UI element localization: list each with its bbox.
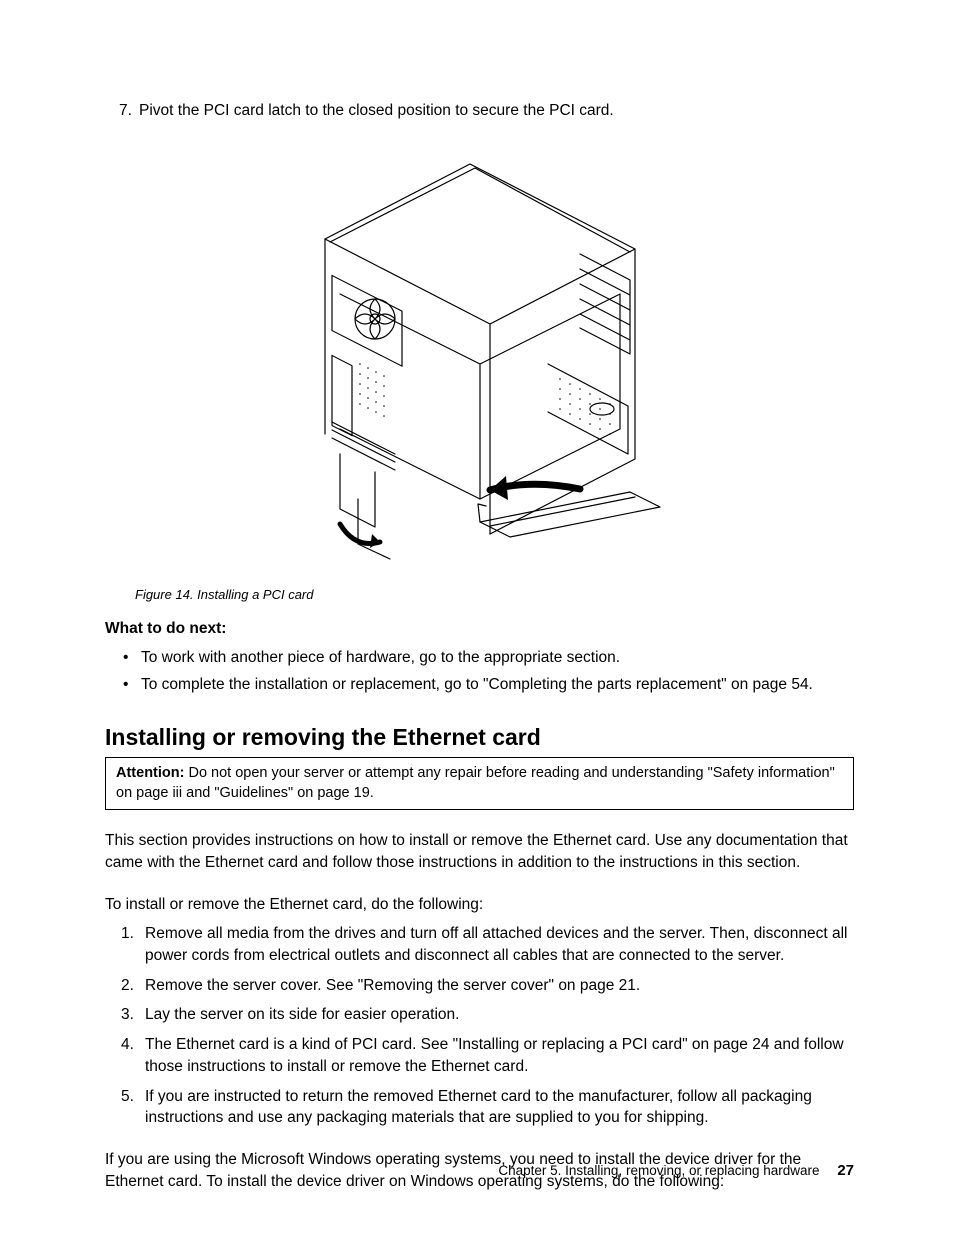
step-7: 7.Pivot the PCI card latch to the closed… [119,100,854,122]
ethernet-step: Lay the server on its side for easier op… [121,1004,854,1026]
what-to-do-next-heading: What to do next: [105,620,854,638]
section-heading-ethernet: Installing or removing the Ethernet card [105,724,854,751]
ethernet-steps: Remove all media from the drives and tur… [121,923,854,1129]
ethernet-step: Remove all media from the drives and tur… [121,923,854,966]
ethernet-step: Remove the server cover. See "Removing t… [121,975,854,997]
page-footer: Chapter 5. Installing, removing, or repl… [105,1162,854,1179]
attention-label: Attention: [116,765,184,781]
ethernet-step: If you are instructed to return the remo… [121,1086,854,1129]
what-to-do-next-list: To work with another piece of hardware, … [123,646,854,697]
footer-chapter: Chapter 5. Installing, removing, or repl… [498,1163,819,1178]
pci-install-illustration-icon [280,154,680,564]
step-7-text: Pivot the PCI card latch to the closed p… [139,102,614,119]
ethernet-step: The Ethernet card is a kind of PCI card.… [121,1034,854,1077]
figure-14-image [280,154,680,564]
what-next-item: To work with another piece of hardware, … [123,646,854,669]
page: 7.Pivot the PCI card latch to the closed… [0,0,954,1235]
attention-box: Attention: Do not open your server or at… [105,757,854,810]
what-next-item: To complete the installation or replacem… [123,673,854,696]
attention-text: Do not open your server or attempt any r… [116,765,835,801]
footer-page-number: 27 [837,1162,854,1179]
step-7-number: 7. [119,100,139,122]
figure-14-caption: Figure 14. Installing a PCI card [135,587,854,602]
section-lead: To install or remove the Ethernet card, … [105,894,854,916]
figure-14 [105,154,854,569]
section-intro: This section provides instructions on ho… [105,830,854,873]
